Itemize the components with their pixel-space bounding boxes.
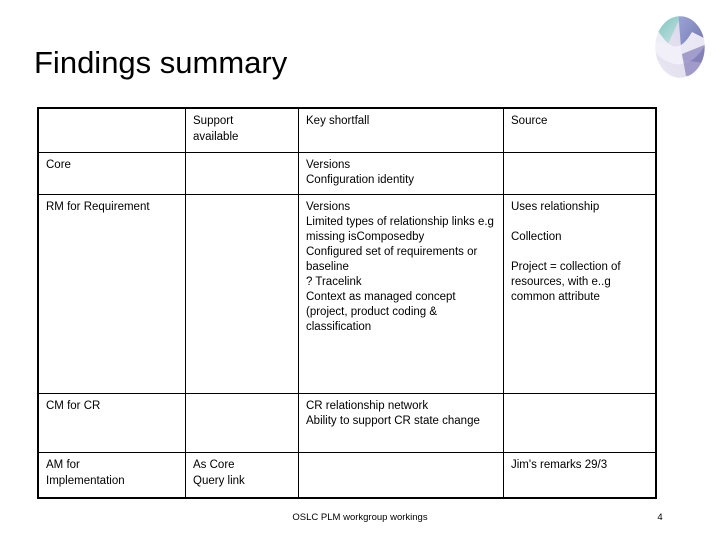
header-cell-area	[38, 108, 186, 153]
header-cell-key-shortfall: Key shortfall	[298, 108, 504, 153]
cell-support-am-for-implementation: As Core Query link	[185, 452, 299, 498]
page-title: Findings summary	[34, 45, 288, 80]
cell-area-am-for-implementation: AM for Implementation	[38, 452, 186, 498]
cell-source-core	[503, 152, 656, 195]
cell-source-cm-for-cr	[503, 393, 656, 453]
table-row: RM for Requirement Versions Limited type…	[38, 194, 656, 394]
table-row: CM for CR CR relationship network Abilit…	[38, 393, 656, 453]
cell-area-rm-for-requirement: RM for Requirement	[38, 194, 186, 394]
cell-key-shortfall-am-for-implementation	[298, 452, 504, 498]
table-row: Core Versions Configuration identity	[38, 152, 656, 195]
cell-key-shortfall-rm-for-requirement: Versions Limited types of relationship l…	[298, 194, 504, 394]
cell-support-rm-for-requirement	[185, 194, 299, 394]
slide-footer: OSLC PLM workgroup workings	[292, 512, 428, 523]
oslc-ellipse-logo	[652, 14, 708, 80]
cell-source-rm-for-requirement: Uses relationship Collection Project = c…	[503, 194, 656, 394]
findings-summary-table: Support available Key shortfall Source C…	[37, 107, 657, 499]
slide-page-number: 4	[657, 512, 663, 523]
cell-support-core	[185, 152, 299, 195]
table-header-row: Support available Key shortfall Source	[38, 108, 656, 153]
cell-area-cm-for-cr: CM for CR	[38, 393, 186, 453]
header-cell-source: Source	[503, 108, 656, 153]
cell-source-am-for-implementation: Jim's remarks 29/3	[503, 452, 656, 498]
cell-area-core: Core	[38, 152, 186, 195]
table-row: AM for Implementation As Core Query link…	[38, 452, 656, 498]
header-cell-support-available: Support available	[185, 108, 299, 153]
cell-support-cm-for-cr	[185, 393, 299, 453]
cell-key-shortfall-cm-for-cr: CR relationship network Ability to suppo…	[298, 393, 504, 453]
cell-key-shortfall-core: Versions Configuration identity	[298, 152, 504, 195]
